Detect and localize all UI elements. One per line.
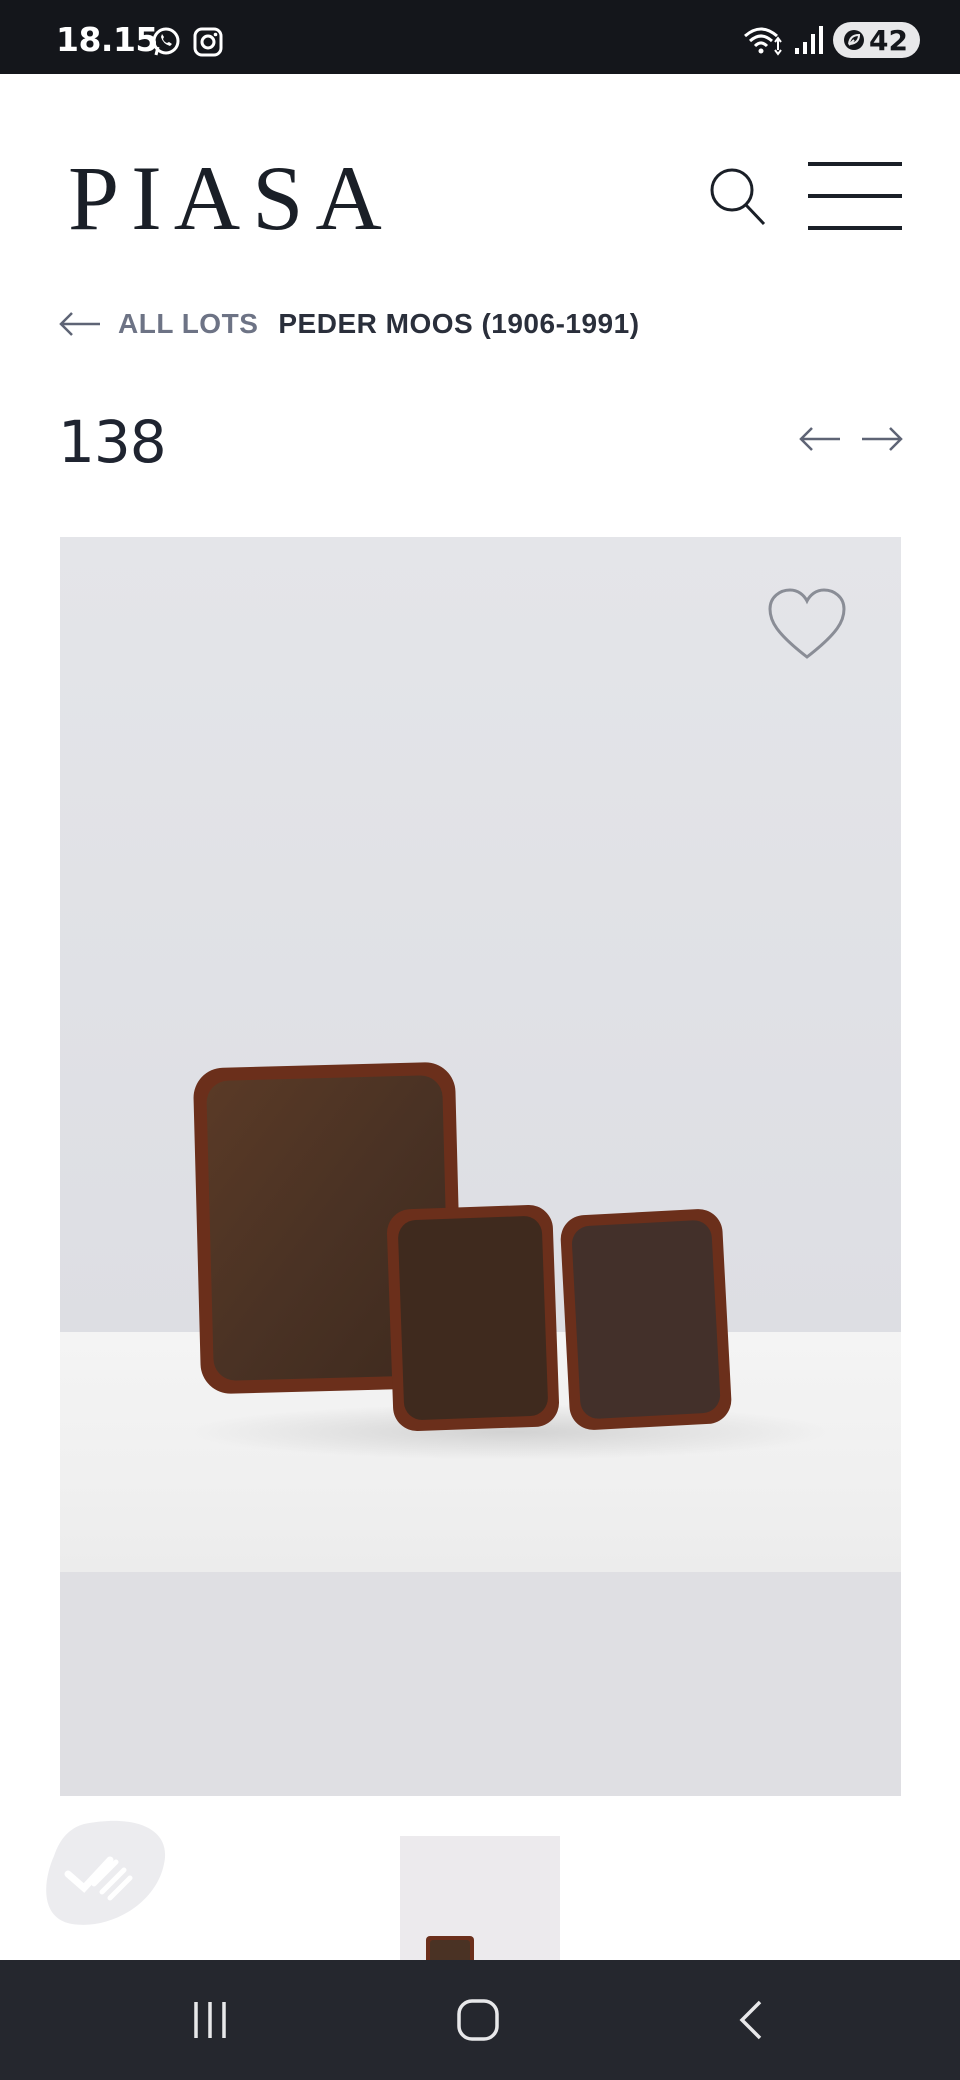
- search-button[interactable]: [708, 164, 768, 228]
- lot-number: 138: [58, 408, 167, 476]
- lot-main-image[interactable]: [60, 537, 901, 1796]
- home-icon[interactable]: [456, 1998, 500, 2042]
- arrow-left-icon[interactable]: [798, 422, 842, 456]
- instagram-icon: [193, 27, 223, 57]
- whatsapp-icon: [152, 27, 180, 56]
- recent-apps-icon[interactable]: [188, 1998, 232, 2042]
- chat-check-icon: [46, 1820, 166, 1925]
- leaf-icon: [844, 30, 865, 50]
- hamburger-menu-line: [808, 194, 902, 198]
- battery-level: 42: [869, 23, 908, 57]
- lot-navigation: [798, 422, 904, 456]
- breadcrumb-artist: PEDER MOOS (1906-1991): [278, 308, 640, 339]
- favorite-button[interactable]: [766, 587, 848, 663]
- arrow-right-icon[interactable]: [860, 422, 904, 456]
- site-header: PIASA: [0, 74, 960, 274]
- status-time: 18.15: [56, 20, 158, 59]
- chat-widget-button[interactable]: [44, 1818, 166, 1932]
- piasa-logo[interactable]: PIASA: [68, 152, 394, 244]
- small-tray: [560, 1209, 732, 1430]
- search-icon: [710, 168, 766, 226]
- heart-icon: [768, 588, 846, 659]
- medium-tray: [386, 1204, 560, 1432]
- battery-indicator: 42: [833, 22, 920, 58]
- hamburger-menu-icon: [808, 162, 902, 166]
- system-navigation-bar: [0, 1960, 960, 2080]
- trays-photo: [190, 1062, 830, 1460]
- gallery-thumbnail[interactable]: [400, 1836, 560, 1960]
- hamburger-menu-line: [808, 226, 902, 230]
- status-bar: 18.15 42: [0, 0, 960, 74]
- back-icon[interactable]: [730, 1998, 774, 2042]
- thumbnail-image: [400, 1836, 560, 1960]
- breadcrumb: ALL LOTS PEDER MOOS (1906-1991): [58, 308, 640, 340]
- signal-icon: [795, 26, 824, 54]
- all-lots-link[interactable]: ALL LOTS: [118, 308, 258, 340]
- wifi-icon: [744, 27, 782, 56]
- back-arrow-icon[interactable]: [58, 310, 102, 338]
- menu-button[interactable]: [808, 158, 902, 234]
